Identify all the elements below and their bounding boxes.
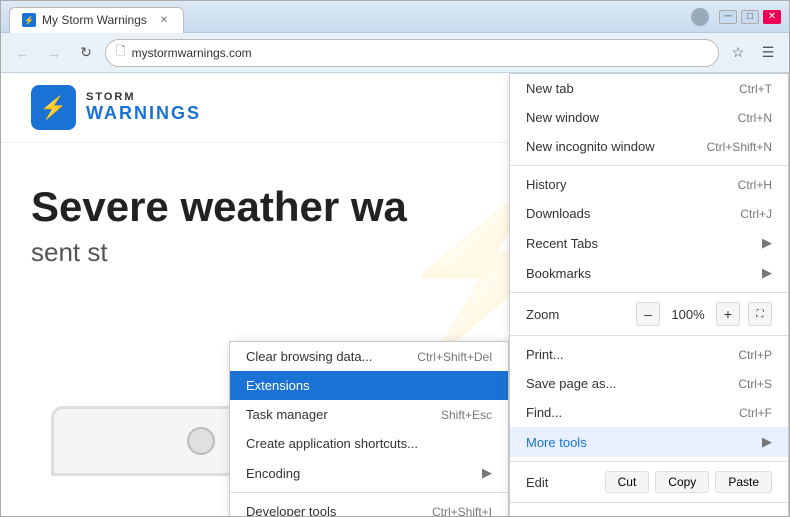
menu-save-page[interactable]: Save page as... Ctrl+S [510, 369, 788, 398]
menu-button[interactable]: ☰ [755, 40, 781, 66]
forward-button[interactable]: → [41, 40, 67, 66]
maximize-button[interactable]: □ [741, 10, 759, 24]
nav-bar: ← → ↻ 🗋 mystormwarnings.com ☆ ☰ [1, 33, 789, 73]
menu-more-tools[interactable]: More tools ▶ [510, 427, 788, 457]
paste-button[interactable]: Paste [715, 471, 772, 493]
address-bar[interactable]: 🗋 mystormwarnings.com [105, 39, 719, 67]
submenu-item-clear-browsing[interactable]: Clear browsing data... Ctrl+Shift+Del [230, 342, 508, 371]
menu-print[interactable]: Print... Ctrl+P [510, 340, 788, 369]
menu-divider-2 [510, 292, 788, 293]
tab-close-button[interactable]: ✕ [157, 13, 171, 27]
menu-divider-4 [510, 461, 788, 462]
menu-divider-3 [510, 335, 788, 336]
browser-tab[interactable]: My Storm Warnings ✕ [9, 7, 184, 33]
menu-new-tab[interactable]: New tab Ctrl+T [510, 74, 788, 103]
nav-right-buttons: ☆ ☰ [725, 40, 781, 66]
back-button[interactable]: ← [9, 40, 35, 66]
submenu-item-task-manager[interactable]: Task manager Shift+Esc [230, 400, 508, 429]
page-content: ⚡ STORM WARNINGS HOME LEARN MORE 🔍 ⚡ Sev… [1, 73, 789, 516]
menu-settings[interactable]: Settings [510, 507, 788, 516]
zoom-in-button[interactable]: + [716, 302, 740, 326]
minimize-button[interactable]: ─ [719, 10, 737, 24]
menu-downloads[interactable]: Downloads Ctrl+J [510, 199, 788, 228]
window-controls: ─ □ ✕ [691, 8, 781, 26]
submenu-item-extensions[interactable]: Extensions [230, 371, 508, 400]
cut-button[interactable]: Cut [605, 471, 650, 493]
title-bar: My Storm Warnings ✕ ─ □ ✕ [1, 1, 789, 33]
menu-edit-row: Edit Cut Copy Paste [510, 466, 788, 498]
menu-divider-1 [510, 165, 788, 166]
user-icon [691, 8, 709, 26]
page-icon: 🗋 [116, 42, 126, 63]
url-text: mystormwarnings.com [132, 46, 252, 60]
menu-new-window[interactable]: New window Ctrl+N [510, 103, 788, 132]
menu-zoom-row: Zoom – 100% + ⛶ [510, 297, 788, 331]
more-tools-submenu: Clear browsing data... Ctrl+Shift+Del Ex… [229, 341, 509, 516]
zoom-expand-button[interactable]: ⛶ [748, 302, 772, 326]
logo-bottom: WARNINGS [86, 103, 201, 124]
copy-button[interactable]: Copy [655, 471, 709, 493]
menu-divider-5 [510, 502, 788, 503]
logo-icon: ⚡ [31, 85, 76, 130]
device-home-button [187, 427, 215, 455]
tab-favicon [22, 13, 36, 27]
tab-title: My Storm Warnings [42, 13, 147, 27]
submenu-item-encoding[interactable]: Encoding ▶ [230, 458, 508, 488]
menu-history[interactable]: History Ctrl+H [510, 170, 788, 199]
site-logo: ⚡ STORM WARNINGS [31, 85, 201, 130]
browser-window: My Storm Warnings ✕ ─ □ ✕ ← → ↻ 🗋 mystor… [0, 0, 790, 517]
bookmark-button[interactable]: ☆ [725, 40, 751, 66]
logo-text: STORM WARNINGS [86, 91, 201, 124]
logo-top: STORM [86, 91, 201, 103]
menu-recent-tabs[interactable]: Recent Tabs ▶ [510, 228, 788, 258]
close-button[interactable]: ✕ [763, 10, 781, 24]
refresh-button[interactable]: ↻ [73, 40, 99, 66]
zoom-out-button[interactable]: – [636, 302, 660, 326]
menu-new-incognito[interactable]: New incognito window Ctrl+Shift+N [510, 132, 788, 161]
menu-bookmarks[interactable]: Bookmarks ▶ [510, 258, 788, 288]
zoom-percent: 100% [668, 307, 708, 322]
submenu-item-create-shortcuts[interactable]: Create application shortcuts... [230, 429, 508, 458]
chrome-main-menu: New tab Ctrl+T New window Ctrl+N New inc… [509, 73, 789, 516]
submenu-divider-1 [230, 492, 508, 493]
menu-find[interactable]: Find... Ctrl+F [510, 398, 788, 427]
submenu-item-dev-tools[interactable]: Developer tools Ctrl+Shift+I [230, 497, 508, 516]
